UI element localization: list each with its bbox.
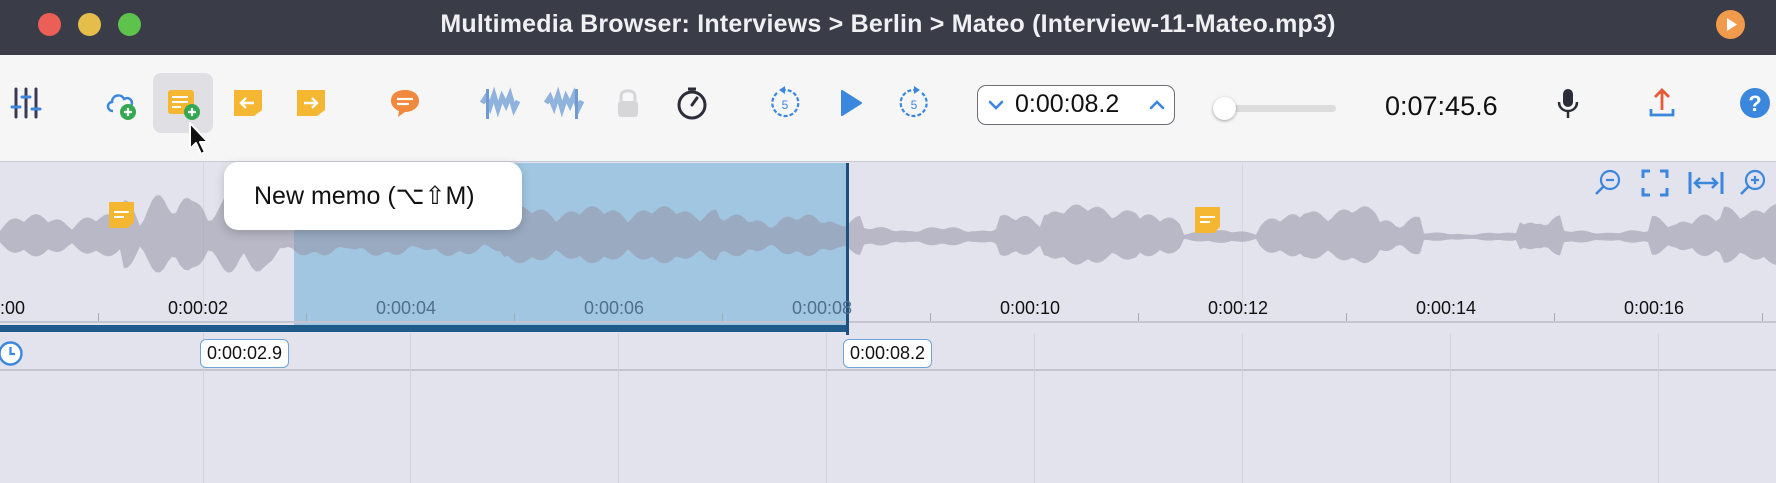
- timeline-minor-tick: [930, 313, 931, 321]
- memo-marker-icon[interactable]: [1194, 206, 1221, 234]
- svg-text:?: ?: [1748, 91, 1761, 116]
- timeline-tick-label: 0:00:04: [376, 298, 437, 318]
- mouse-cursor-icon: [189, 122, 209, 155]
- timeline-tick-label: 0:00:12: [1208, 298, 1269, 318]
- waveform-end-icon: [543, 86, 585, 119]
- play-status-icon[interactable]: [1716, 10, 1745, 39]
- next-memo-button[interactable]: [281, 73, 341, 133]
- current-time-stepper[interactable]: 0:00:08.2: [977, 85, 1175, 125]
- svg-text:5: 5: [911, 98, 918, 112]
- new-memo-tooltip: New memo (⌥⇧M): [224, 162, 522, 230]
- timeline-minor-tick: [1554, 313, 1555, 321]
- export-button[interactable]: [1632, 73, 1692, 133]
- previous-memo-button[interactable]: [218, 73, 278, 133]
- microphone-icon: [1557, 89, 1579, 118]
- timeline-minor-tick: [1138, 313, 1139, 321]
- timeline-minor-tick: [306, 313, 307, 321]
- speech-bubble-icon: [391, 90, 419, 117]
- cloud-add-icon: [106, 94, 136, 120]
- zoom-out-icon[interactable]: [1593, 168, 1623, 198]
- set-start-button[interactable]: [470, 73, 530, 133]
- timeline-minor-tick: [514, 313, 515, 321]
- skip-forward-icon: 5: [899, 86, 928, 118]
- playback-progress: [0, 325, 846, 332]
- memo-arrow-right-icon: [297, 90, 325, 116]
- timeline-tick-label: 0:00:14: [1416, 298, 1477, 318]
- timeline-tick-label: 0:00:08: [792, 298, 853, 318]
- set-end-button[interactable]: [534, 73, 594, 133]
- play-button[interactable]: [820, 73, 880, 133]
- volume-slider[interactable]: [1222, 105, 1336, 112]
- sliders-icon: [10, 87, 42, 119]
- lock-icon: [618, 89, 638, 117]
- record-button[interactable]: [1538, 73, 1598, 133]
- window-title: Multimedia Browser: Interviews > Berlin …: [440, 10, 1336, 38]
- skip-back-button[interactable]: 5: [755, 73, 815, 133]
- memo-marker-icon[interactable]: [108, 201, 135, 229]
- upload-icon: [1649, 88, 1675, 117]
- timeline-tick-label: 0:00:02: [168, 298, 229, 318]
- waveform-start-icon: [479, 86, 521, 119]
- fit-width-icon[interactable]: [1688, 168, 1724, 198]
- timeline-tick-label: 0:00:16: [1624, 298, 1685, 318]
- help-button[interactable]: ?: [1725, 73, 1776, 133]
- timeline-minor-tick: [722, 313, 723, 321]
- memo-add-icon: [168, 90, 200, 120]
- toolbar: 5 5 0:00:08.2 0:07:45.6 ?: [0, 55, 1776, 162]
- timeline-minor-tick: [1346, 313, 1347, 321]
- timeline-tick-label: 0:00:06: [584, 298, 645, 318]
- comment-button[interactable]: [375, 73, 435, 133]
- volume-slider-knob[interactable]: [1213, 97, 1236, 120]
- timeline-minor-tick: [98, 313, 99, 321]
- timer-button[interactable]: [662, 73, 722, 133]
- selection-start-marker[interactable]: 0:00:02.9: [200, 339, 290, 368]
- stopwatch-icon: [677, 87, 707, 120]
- fit-to-window-icon[interactable]: [1640, 168, 1670, 198]
- skip-forward-button[interactable]: 5: [884, 73, 944, 133]
- total-duration: 0:07:45.6: [1385, 91, 1498, 121]
- chevron-down-icon[interactable]: [985, 94, 1007, 116]
- add-link-button[interactable]: [91, 73, 151, 133]
- skip-back-icon: 5: [771, 86, 800, 118]
- selection-end-marker[interactable]: 0:00:08.2: [843, 339, 933, 368]
- current-time-value[interactable]: 0:00:08.2: [1015, 90, 1119, 119]
- clock-icon[interactable]: [0, 340, 24, 367]
- timeline-tick-label: :00: [0, 298, 26, 318]
- timeline-tick-label: 0:00:10: [1000, 298, 1061, 318]
- timeline-minor-tick: [1762, 313, 1763, 321]
- title-bar: Multimedia Browser: Interviews > Berlin …: [0, 0, 1776, 55]
- help-icon: ?: [1740, 88, 1770, 118]
- svg-text:5: 5: [782, 98, 789, 112]
- zoom-in-icon[interactable]: [1738, 168, 1768, 198]
- audio-settings-button[interactable]: [0, 73, 56, 133]
- play-icon: [841, 90, 862, 116]
- chevron-up-icon[interactable]: [1146, 94, 1168, 116]
- lock-button[interactable]: [598, 73, 658, 133]
- memo-arrow-left-icon: [234, 90, 262, 116]
